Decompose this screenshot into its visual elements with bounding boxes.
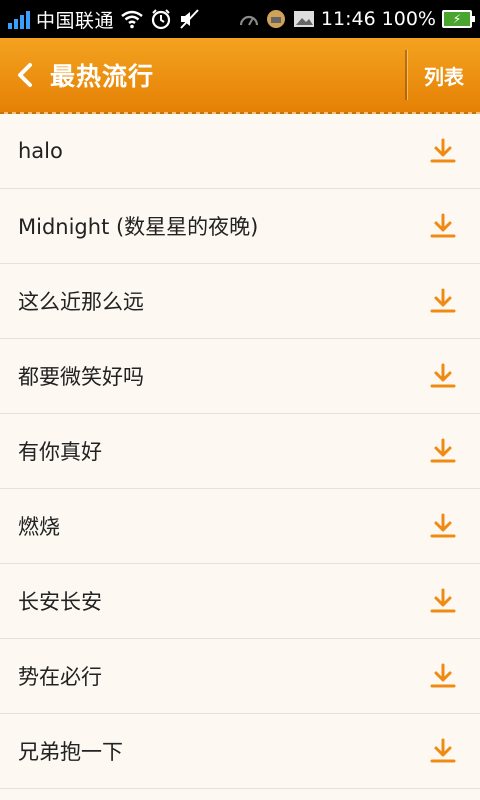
download-icon <box>430 738 456 763</box>
list-item[interactable]: 有你真好 <box>0 414 480 489</box>
wifi-icon <box>121 10 143 29</box>
download-button[interactable] <box>426 509 460 543</box>
download-button[interactable] <box>426 209 460 243</box>
header-divider <box>405 50 407 100</box>
list-button[interactable]: 列表 <box>408 38 480 112</box>
mute-icon <box>180 9 199 29</box>
download-button[interactable] <box>426 734 460 768</box>
song-title: 长安长安 <box>18 590 102 614</box>
download-icon <box>430 663 456 688</box>
download-button[interactable] <box>426 284 460 318</box>
song-title: halo <box>18 139 63 163</box>
list-item[interactable]: 势在必行 <box>0 639 480 714</box>
list-item[interactable]: 这么近那么远 <box>0 264 480 339</box>
chevron-left-icon <box>18 63 32 87</box>
list-item[interactable]: 都要微笑好吗 <box>0 339 480 414</box>
clock: 11:46 <box>320 8 376 30</box>
speed-icon <box>239 15 259 26</box>
song-title: 兄弟抱一下 <box>18 740 123 764</box>
list-item[interactable]: 兄弟抱一下 <box>0 714 480 789</box>
signal-icon <box>8 9 30 29</box>
status-bar: 中国联通 11:46 100% ⚡ <box>0 0 480 38</box>
song-title: 燃烧 <box>18 515 60 539</box>
download-icon <box>430 138 456 163</box>
list-item[interactable]: Midnight (数星星的夜晚) <box>0 189 480 264</box>
battery-percent: 100% <box>381 8 436 30</box>
alarm-icon <box>151 9 171 30</box>
back-button[interactable] <box>0 38 50 112</box>
song-title: 势在必行 <box>18 665 102 689</box>
list-item[interactable]: 长安长安 <box>0 564 480 639</box>
song-title: Midnight (数星星的夜晚) <box>18 215 259 239</box>
download-icon <box>430 363 456 388</box>
page-title: 最热流行 <box>50 62 155 91</box>
song-list: halo Midnight (数星星的夜晚) 这么近那么远 都要微笑好吗 有你真… <box>0 114 480 789</box>
android-icon <box>266 10 285 28</box>
song-title: 都要微笑好吗 <box>18 365 144 389</box>
app-header: 最热流行 列表 <box>0 38 480 112</box>
download-icon <box>430 438 456 463</box>
download-icon <box>430 588 456 613</box>
battery-charging-icon: ⚡ <box>442 10 475 28</box>
song-title: 这么近那么远 <box>18 290 144 314</box>
download-button[interactable] <box>426 659 460 693</box>
carrier-name: 中国联通 <box>36 9 115 32</box>
list-item[interactable]: 燃烧 <box>0 489 480 564</box>
download-button[interactable] <box>426 359 460 393</box>
download-button[interactable] <box>426 434 460 468</box>
download-icon <box>430 513 456 538</box>
song-title: 有你真好 <box>18 440 102 464</box>
list-item[interactable]: halo <box>0 114 480 189</box>
image-icon <box>293 11 314 27</box>
download-icon <box>430 213 456 238</box>
download-button[interactable] <box>426 584 460 618</box>
download-button[interactable] <box>426 134 460 168</box>
download-icon <box>430 288 456 313</box>
